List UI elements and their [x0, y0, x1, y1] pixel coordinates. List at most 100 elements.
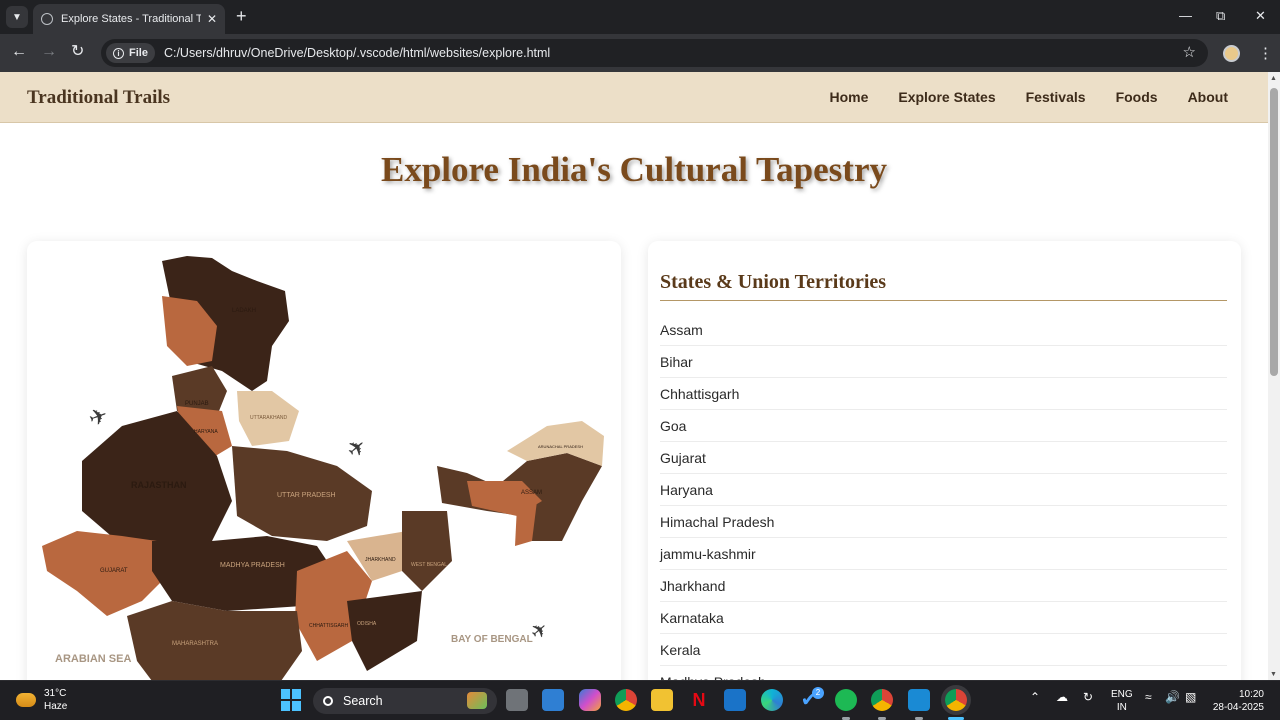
globe-icon: [41, 13, 53, 25]
weather-widget[interactable]: 31°C Haze: [16, 687, 67, 713]
page-title: Explore India's Cultural Tapestry: [381, 150, 887, 189]
map-label-chhattisgarh: CHHATTISGARH: [309, 623, 348, 629]
volume-icon[interactable]: 🔊: [1165, 690, 1180, 704]
copilot-icon[interactable]: [579, 689, 601, 711]
browser-tab-bar: ▼ Explore States - Traditional Trails ✕ …: [0, 0, 1280, 34]
chrome-active-icon[interactable]: [945, 689, 967, 711]
india-map-image[interactable]: LADAKH PUNJAB HARYANA UTTARAKHAND RAJAST…: [27, 241, 621, 680]
page-viewport: Traditional Trails Home Explore States F…: [0, 72, 1268, 680]
region-label: IN: [1116, 702, 1127, 713]
map-label-odisha: ODISHA: [357, 621, 377, 627]
tab-title: Explore States - Traditional Trails: [61, 13, 201, 25]
airplane-icon: ✈: [85, 402, 111, 432]
map-label-rajasthan: RAJASTHAN: [131, 480, 187, 490]
new-tab-plus-icon[interactable]: +: [236, 7, 247, 25]
state-item-chhattisgarh[interactable]: Chhattisgarh: [660, 378, 1227, 410]
site-header: Traditional Trails Home Explore States F…: [0, 72, 1268, 123]
states-list: Assam Bihar Chhattisgarh Goa Gujarat Har…: [660, 314, 1227, 680]
weather-temp: 31°C: [44, 688, 67, 699]
notification-badge: 2: [812, 687, 824, 699]
wifi-icon[interactable]: ≈: [1145, 690, 1152, 704]
map-region-west-bengal: [402, 511, 452, 591]
file-explorer-icon[interactable]: [651, 689, 673, 711]
map-label-jharkhand: JHARKHAND: [365, 557, 396, 563]
state-item-karnataka[interactable]: Karnataka: [660, 602, 1227, 634]
file-info-chip[interactable]: i File: [106, 43, 155, 63]
edge-icon[interactable]: [761, 689, 783, 711]
file-chip-label: File: [129, 47, 148, 59]
outlook-icon[interactable]: [724, 689, 746, 711]
nav-link-foods[interactable]: Foods: [1116, 89, 1158, 105]
india-map-card: LADAKH PUNJAB HARYANA UTTARAKHAND RAJAST…: [27, 241, 621, 680]
state-item-himachal-pradesh[interactable]: Himachal Pradesh: [660, 506, 1227, 538]
browser-tab[interactable]: Explore States - Traditional Trails ✕: [33, 4, 225, 34]
site-brand-logo[interactable]: Traditional Trails: [27, 87, 170, 109]
map-label-uttar-pradesh: UTTAR PRADESH: [277, 492, 336, 499]
close-tab-icon[interactable]: ✕: [207, 12, 217, 26]
chrome-profile-icon[interactable]: [871, 689, 893, 711]
battery-icon[interactable]: ▧: [1185, 690, 1196, 704]
state-item-jharkhand[interactable]: Jharkhand: [660, 570, 1227, 602]
clock-time: 10:20: [1238, 689, 1264, 700]
address-bar[interactable]: i File C:/Users/dhruv/OneDrive/Desktop/.…: [101, 39, 1208, 67]
language-label: ENG: [1111, 689, 1133, 700]
clock-date: 28-04-2025: [1212, 702, 1264, 713]
tray-chevron-up-icon[interactable]: ⌃: [1030, 690, 1040, 704]
forward-arrow-icon[interactable]: →: [41, 43, 57, 61]
sync-icon[interactable]: ↻: [1083, 690, 1093, 704]
windows-taskbar: 31°C Haze Search N ✔ 2 ⌃ ☁ ↻ ENG IN ≈ 🔊 …: [0, 680, 1280, 720]
search-highlight-icon: [467, 692, 487, 709]
netflix-icon[interactable]: N: [688, 689, 710, 711]
vscode-icon[interactable]: [908, 689, 930, 711]
restore-icon[interactable]: ⧉: [1216, 8, 1225, 24]
close-window-icon[interactable]: ✕: [1255, 8, 1266, 24]
system-clock[interactable]: 10:20 28-04-2025: [1213, 688, 1264, 714]
map-label-arabian-sea: ARABIAN SEA: [55, 653, 131, 665]
scrollbar-thumb[interactable]: [1270, 88, 1278, 376]
map-label-west-bengal: WEST BENGAL: [411, 562, 447, 568]
map-label-ladakh: LADAKH: [232, 308, 256, 314]
weather-desc: Haze: [44, 701, 68, 712]
states-list-card: States & Union Territories Assam Bihar C…: [648, 241, 1241, 680]
states-heading: States & Union Territories: [660, 271, 1227, 301]
browser-toolbar: ← → ↻ i File C:/Users/dhruv/OneDrive/Des…: [0, 34, 1280, 72]
state-item-jammu-kashmir[interactable]: jammu-kashmir: [660, 538, 1227, 570]
url-text[interactable]: C:/Users/dhruv/OneDrive/Desktop/.vscode/…: [164, 46, 550, 60]
tab-list-chevron-icon[interactable]: ▼: [6, 6, 28, 28]
state-item-madhya-pradesh[interactable]: Madhya Pradesh: [660, 666, 1227, 680]
menu-kebab-icon[interactable]: ⋮: [1258, 44, 1273, 62]
state-item-goa[interactable]: Goa: [660, 410, 1227, 442]
map-label-bay-of-bengal: BAY OF BENGAL: [451, 634, 533, 645]
microsoft-store-icon[interactable]: [542, 689, 564, 711]
back-arrow-icon[interactable]: ←: [11, 43, 27, 61]
map-label-punjab: PUNJAB: [185, 401, 209, 407]
spotify-icon[interactable]: [835, 689, 857, 711]
state-item-haryana[interactable]: Haryana: [660, 474, 1227, 506]
nav-link-festivals[interactable]: Festivals: [1026, 89, 1086, 105]
state-item-bihar[interactable]: Bihar: [660, 346, 1227, 378]
scroll-up-arrow-icon[interactable]: ▲: [1270, 75, 1277, 82]
onedrive-icon[interactable]: ☁: [1056, 690, 1068, 704]
bookmark-star-icon[interactable]: ☆: [1183, 43, 1196, 61]
state-item-kerala[interactable]: Kerala: [660, 634, 1227, 666]
nav-link-home[interactable]: Home: [829, 89, 868, 105]
nav-link-about[interactable]: About: [1188, 89, 1228, 105]
map-label-gujarat: GUJARAT: [100, 568, 128, 574]
state-item-gujarat[interactable]: Gujarat: [660, 442, 1227, 474]
minimize-icon[interactable]: —: [1179, 8, 1192, 23]
taskbar-search[interactable]: Search: [313, 688, 497, 714]
map-label-assam: ASSAM: [521, 490, 542, 496]
scroll-down-arrow-icon[interactable]: ▼: [1270, 671, 1277, 678]
chrome-icon[interactable]: [615, 689, 637, 711]
state-item-assam[interactable]: Assam: [660, 314, 1227, 346]
map-label-maharashtra: MAHARASHTRA: [172, 641, 218, 647]
language-indicator[interactable]: ENG IN: [1111, 688, 1133, 714]
task-view-icon[interactable]: [506, 689, 528, 711]
page-scrollbar[interactable]: ▲ ▼: [1268, 72, 1280, 680]
map-label-arunachal: ARUNACHAL PRADESH: [538, 444, 583, 449]
weather-haze-icon: [16, 693, 36, 707]
nav-link-explore-states[interactable]: Explore States: [898, 89, 995, 105]
profile-avatar[interactable]: [1223, 45, 1240, 62]
windows-start-icon[interactable]: [281, 689, 303, 711]
reload-icon[interactable]: ↻: [71, 43, 84, 61]
